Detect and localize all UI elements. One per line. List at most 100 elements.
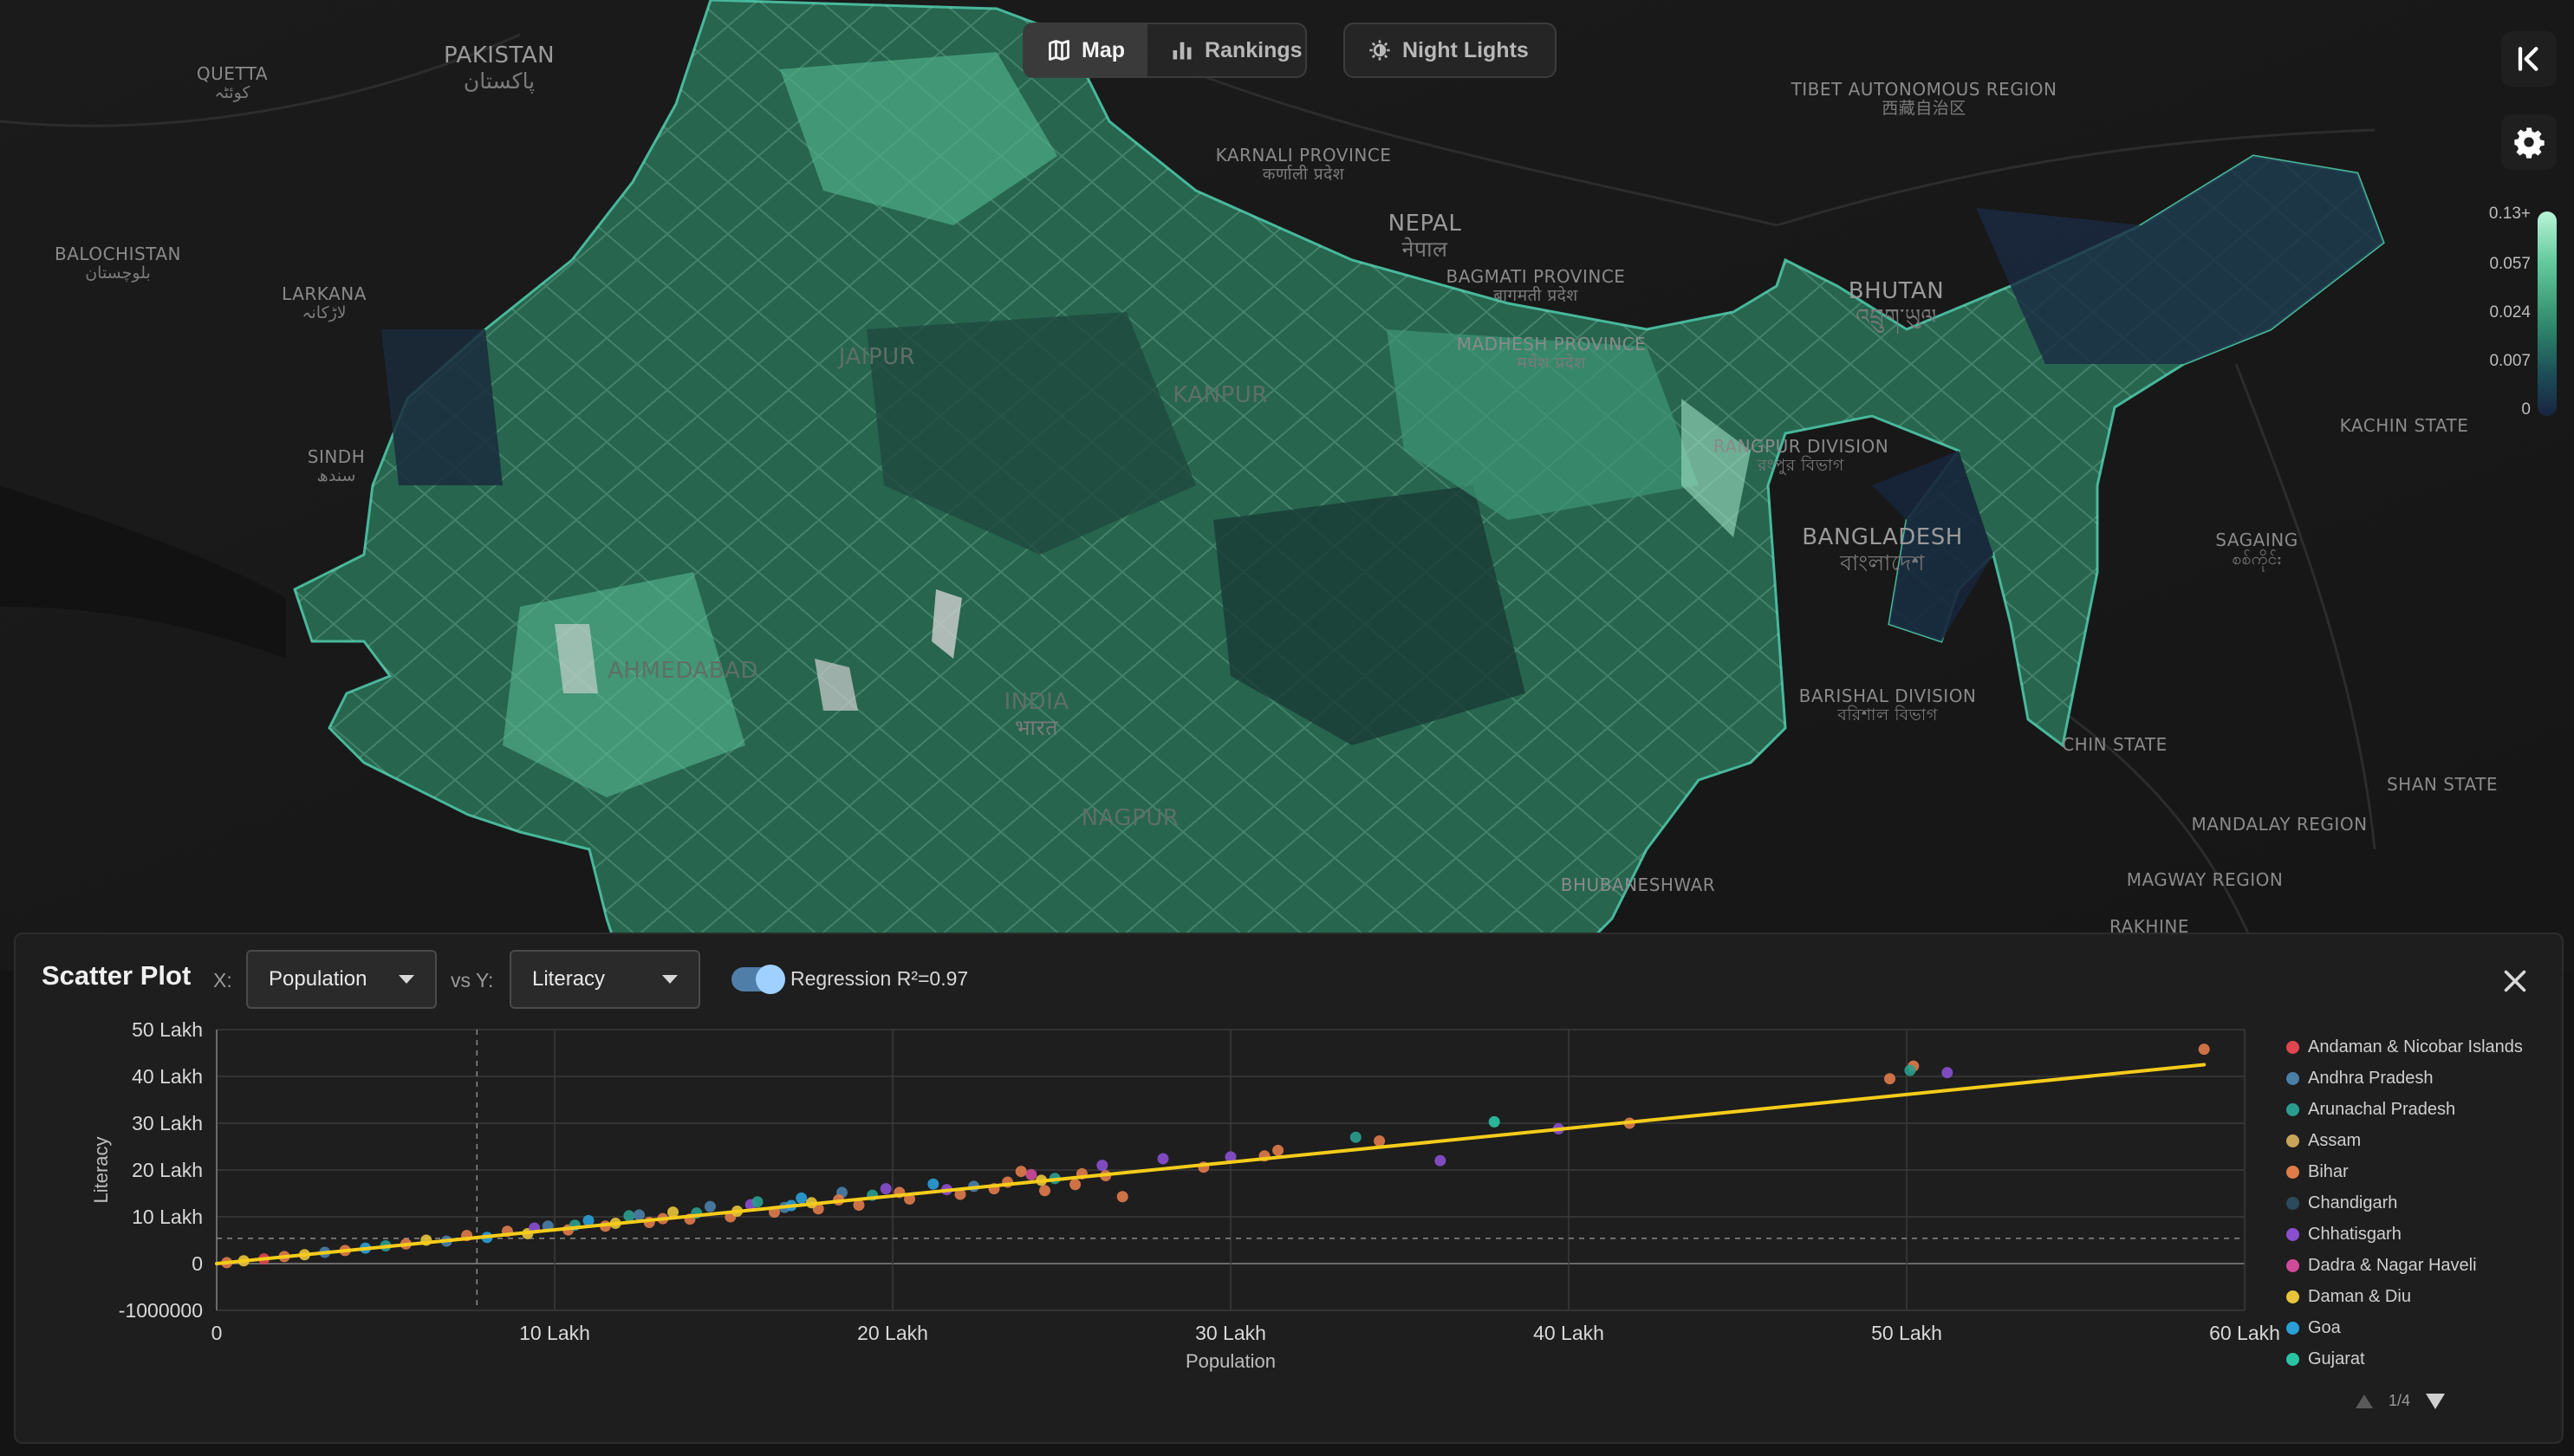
legend-swatch (2286, 1258, 2299, 1272)
map-label-rangpur: RANGPUR DIVISION রংপুর বিভাগ (1713, 436, 1889, 475)
settings-button[interactable] (2501, 114, 2557, 170)
regression-toggle[interactable] (731, 965, 785, 994)
night-lights-button[interactable]: Night Lights (1345, 24, 1551, 76)
series-legend: Andaman & Nicobar Islands Andhra Pradesh A… (2286, 1031, 2546, 1394)
scatter-title: Scatter Plot (42, 960, 192, 991)
night-lights-group: Night Lights (1343, 23, 1557, 78)
data-point[interactable] (1096, 1160, 1108, 1172)
legend-item[interactable]: Goa (2286, 1312, 2546, 1343)
legend-swatch (2286, 1071, 2299, 1085)
data-point[interactable] (704, 1200, 716, 1212)
map-label-balochistan: BALOCHISTAN بلوچستان (55, 244, 181, 283)
data-point[interactable] (1015, 1166, 1027, 1178)
tab-rankings[interactable]: Rankings (1147, 24, 1305, 76)
map-label-sindh: SINDH سندھ (307, 446, 366, 485)
data-point[interactable] (1904, 1064, 1916, 1076)
data-point[interactable] (623, 1210, 635, 1222)
close-icon[interactable] (2499, 965, 2531, 997)
legend-next-page-icon[interactable] (2426, 1393, 2446, 1409)
legend-label: Chhatisgarh (2308, 1224, 2402, 1244)
legend-swatch (2286, 1321, 2299, 1335)
data-point[interactable] (1272, 1144, 1284, 1156)
map-label-bhutan: BHUTAN འབྲུག་ཡུལ (1848, 278, 1945, 329)
y-axis-select[interactable]: Literacy (510, 950, 700, 1009)
legend-item[interactable]: Andaman & Nicobar Islands (2286, 1031, 2546, 1063)
data-point[interactable] (634, 1209, 645, 1221)
legend-label: Assam (2308, 1130, 2362, 1150)
y-tick-label: 50 Lakh (132, 1018, 203, 1041)
map-label-jaipur: JAIPUR (838, 344, 916, 370)
data-point[interactable] (2198, 1043, 2210, 1056)
legend-swatch (2286, 1134, 2299, 1147)
legend-label: Goa (2308, 1317, 2341, 1337)
legend-item[interactable]: Daman & Diu (2286, 1281, 2546, 1312)
data-point[interactable] (796, 1192, 808, 1204)
map-label-tibet: TIBET AUTONOMOUS REGION 西藏自治区 (1791, 79, 2057, 118)
data-point[interactable] (1884, 1073, 1895, 1085)
data-point[interactable] (1349, 1131, 1362, 1143)
legend-item[interactable]: Dadra & Nagar Haveli (2286, 1250, 2546, 1281)
chevron-down-icon (662, 975, 678, 984)
legend-swatch (2286, 1196, 2299, 1210)
color-scale-tick: 0.057 (2489, 255, 2531, 273)
legend-item[interactable]: Arunachal Pradesh (2286, 1094, 2546, 1125)
legend-swatch (2286, 1290, 2299, 1303)
legend-item[interactable]: Chandigarh (2286, 1187, 2546, 1219)
map-label-kanpur: KANPUR (1173, 382, 1268, 408)
map-label-nepal: NEPAL नेपाल (1388, 211, 1462, 262)
data-point[interactable] (1488, 1115, 1500, 1128)
legend-item[interactable]: Andhra Pradesh (2286, 1063, 2546, 1094)
data-point[interactable] (880, 1183, 892, 1195)
x-axis-title: Population (1186, 1350, 1276, 1372)
legend-pager: 1/4 (2356, 1392, 2446, 1410)
data-point[interactable] (1116, 1191, 1128, 1203)
gear-icon (2514, 127, 2545, 159)
tab-map[interactable]: Map (1024, 24, 1147, 76)
x-axis-select-value: Population (269, 967, 367, 991)
y-tick-label: 30 Lakh (132, 1112, 203, 1134)
data-point[interactable] (1025, 1168, 1037, 1180)
collapse-panel-button[interactable] (2501, 31, 2557, 87)
data-point[interactable] (1434, 1154, 1446, 1167)
tab-map-label: Map (1082, 37, 1125, 62)
y-tick-label: 40 Lakh (132, 1065, 203, 1088)
legend-item[interactable]: Gujarat (2286, 1343, 2546, 1375)
map-label-bagmati: BAGMATI PROVINCE बागमती प्रदेश (1446, 266, 1626, 305)
legend-item[interactable]: Chhatisgarh (2286, 1219, 2546, 1250)
chevron-down-icon (399, 975, 414, 984)
legend-prev-page-icon[interactable] (2356, 1394, 2373, 1408)
color-scale-tick: 0 (2521, 400, 2531, 419)
map-label-mandalay: MANDALAY REGION (2191, 814, 2368, 835)
collapse-panel-icon (2518, 47, 2538, 71)
x-tick-label: 0 (211, 1322, 223, 1344)
regression-line (215, 1063, 2207, 1265)
legend-swatch (2286, 1040, 2299, 1054)
bar-chart-icon (1173, 42, 1192, 60)
data-point[interactable] (1069, 1179, 1082, 1191)
color-scale-tick: 0.024 (2489, 303, 2531, 322)
map-label-quetta: QUETTA کوئٹہ (196, 63, 269, 102)
legend-item[interactable]: Bihar (2286, 1156, 2546, 1187)
map-label-barishal: BARISHAL DIVISION বরিশাল বিভাগ (1798, 686, 1977, 725)
data-point[interactable] (751, 1196, 764, 1208)
x-axis-select[interactable]: Population (246, 950, 437, 1009)
y-axis-selector-label: vs Y: (451, 969, 494, 991)
color-scale-bar (2538, 211, 2557, 416)
night-lights-label: Night Lights (1402, 37, 1529, 62)
y-axis-select-value: Literacy (532, 967, 606, 991)
legend-item[interactable]: Assam (2286, 1125, 2546, 1156)
map-label-karnali: KARNALI PROVINCE कर्णाली प्रदेश (1215, 145, 1392, 184)
map-label-magway: MAGWAY REGION (2126, 869, 2284, 890)
legend-swatch (2286, 1227, 2299, 1241)
x-tick-label: 20 Lakh (857, 1322, 928, 1344)
tab-rankings-label: Rankings (1205, 37, 1303, 62)
data-point[interactable] (1941, 1067, 1953, 1079)
y-axis-title: Literacy (90, 1136, 112, 1203)
scatter-chart[interactable]: 50 Lakh 40 Lakh 30 Lakh 20 Lakh 10 Lakh 0 -100… (16, 934, 2565, 1446)
legend-page-indicator: 1/4 (2389, 1392, 2411, 1409)
legend-swatch (2286, 1352, 2299, 1366)
data-point[interactable] (1039, 1185, 1050, 1197)
data-point[interactable] (1157, 1153, 1169, 1165)
data-point[interactable] (1374, 1135, 1386, 1147)
data-point[interactable] (927, 1178, 939, 1190)
